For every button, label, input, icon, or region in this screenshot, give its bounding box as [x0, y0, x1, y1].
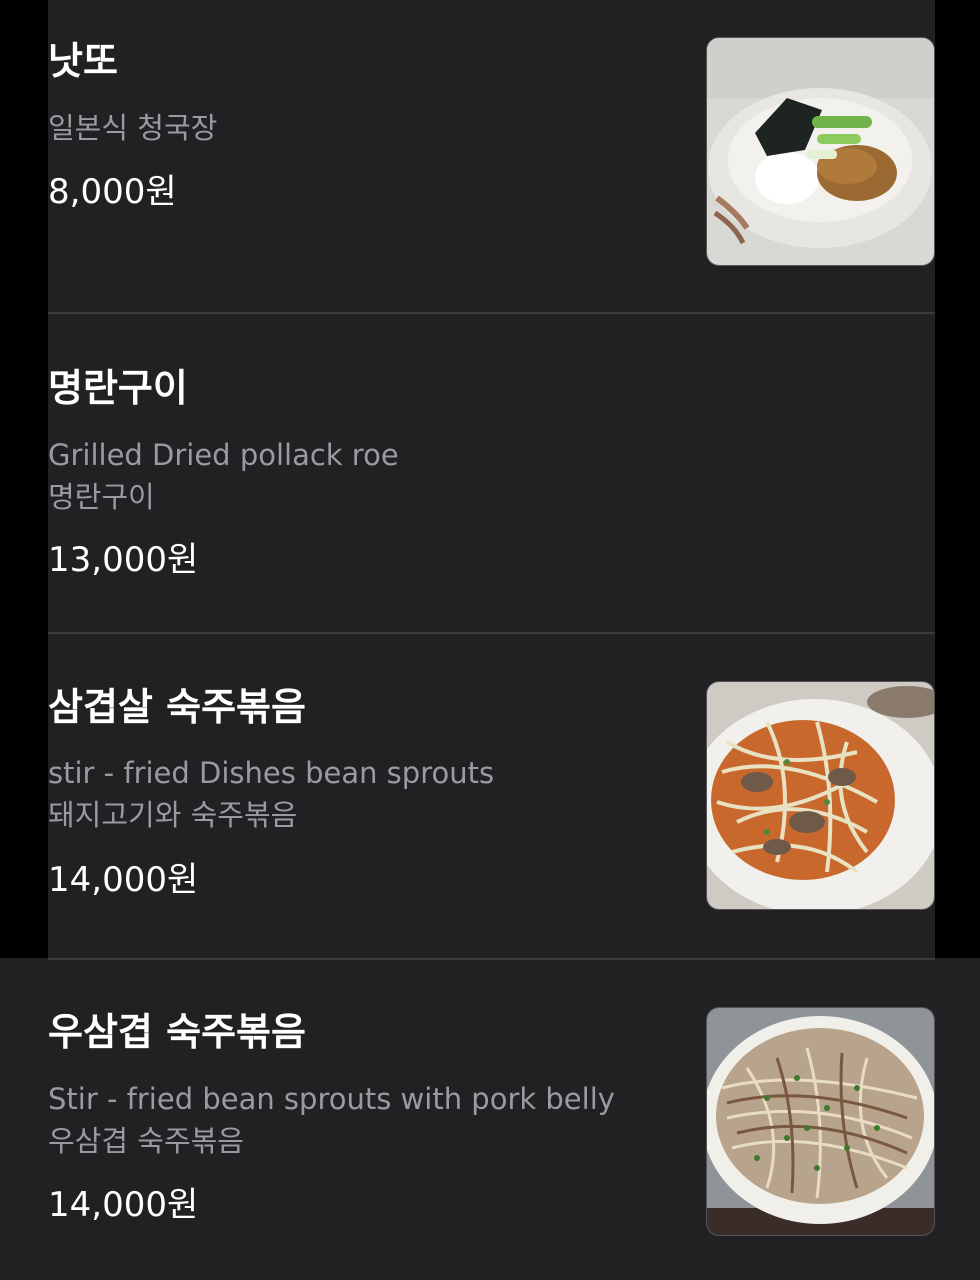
menu-item-myeongran[interactable]: 명란구이 Grilled Dried pollack roe 명란구이 13,0…: [48, 314, 935, 632]
menu-item-description-ko: 명란구이: [48, 480, 155, 514]
menu-screen: 낫또 일본식 청국장 8,000원 명란구이 Grilled Dried pol…: [0, 0, 980, 1280]
menu-item-description-en: Grilled Dried pollack roe: [48, 438, 399, 472]
menu-item-price: 8,000원: [48, 172, 177, 212]
menu-item-description-en: stir - fried Dishes bean sprouts: [48, 756, 495, 790]
menu-item-title: 우삼겹 숙주볶음: [48, 1010, 306, 1054]
menu-item-price: 13,000원: [48, 540, 199, 580]
menu-item-description-en: Stir - fried bean sprouts with pork bell…: [48, 1082, 615, 1116]
menu-item-price: 14,000원: [48, 1185, 199, 1225]
menu-item-photo[interactable]: [707, 682, 934, 909]
menu-item-natto[interactable]: 낫또 일본식 청국장 8,000원: [48, 0, 935, 313]
menu-item-price: 14,000원: [48, 860, 199, 900]
menu-item-description-ko: 우삼겹 숙주볶음: [48, 1124, 244, 1158]
menu-item-title: 명란구이: [48, 366, 188, 410]
menu-item-photo[interactable]: [707, 1008, 934, 1235]
menu-item-samgyeopsal-sprouts[interactable]: 삼겹살 숙주볶음 stir - fried Dishes bean sprout…: [48, 634, 935, 958]
menu-item-title: 낫또: [48, 39, 118, 83]
menu-item-title: 삼겹살 숙주볶음: [48, 685, 306, 729]
menu-item-description-ko: 돼지고기와 숙주볶음: [48, 798, 298, 832]
menu-item-usamgyeop-sprouts[interactable]: 우삼겹 숙주볶음 Stir - fried bean sprouts with …: [48, 960, 935, 1280]
menu-item-photo[interactable]: [707, 38, 934, 265]
menu-item-description: 일본식 청국장: [48, 111, 218, 145]
